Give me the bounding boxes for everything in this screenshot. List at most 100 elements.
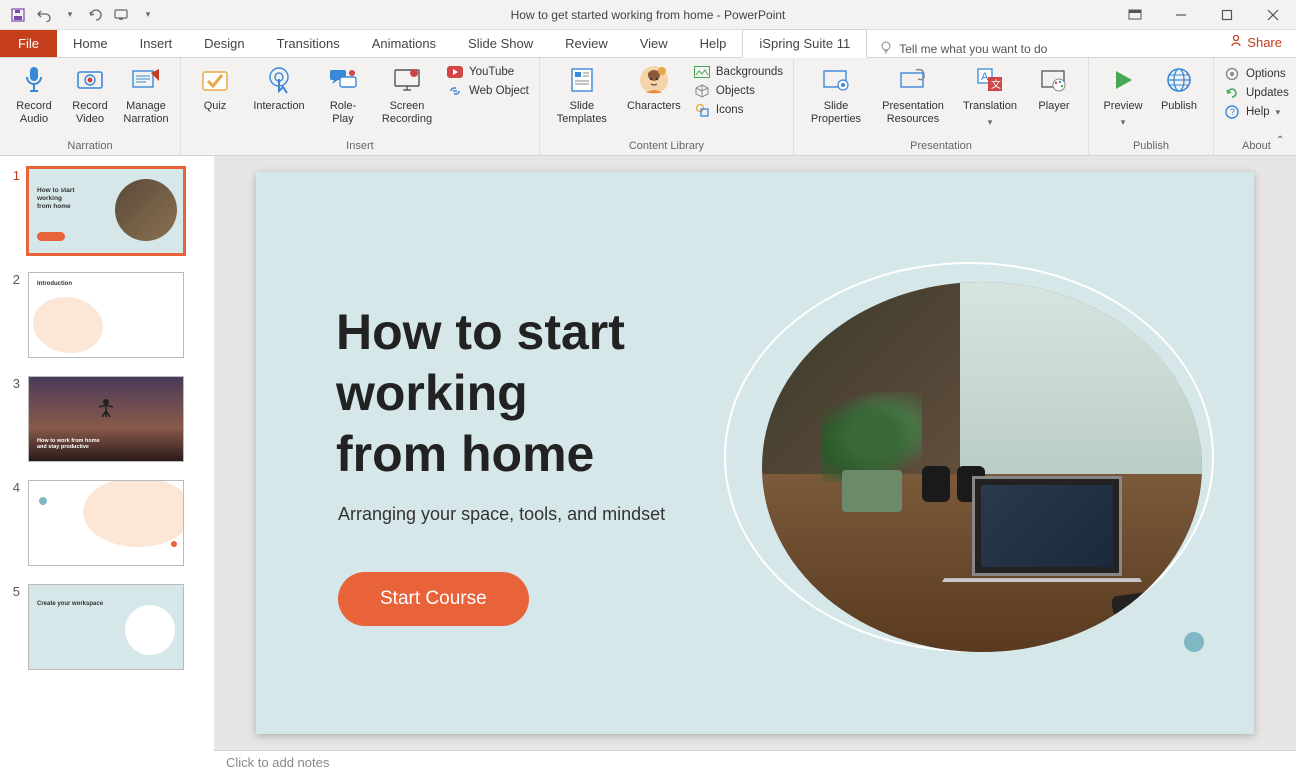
tell-me-placeholder: Tell me what you want to do — [899, 42, 1047, 56]
group-presentation: Slide Properties Presentation Resources … — [794, 58, 1089, 155]
ribbon: Record Audio Record Video Manage Narrati… — [0, 58, 1296, 156]
quiz-button[interactable]: Quiz — [187, 60, 243, 117]
link-icon — [447, 83, 463, 99]
interaction-button[interactable]: Interaction — [243, 60, 315, 117]
translation-button[interactable]: A文 Translation▾ — [954, 60, 1026, 131]
start-course-button[interactable]: Start Course — [338, 572, 529, 626]
presentation-resources-button[interactable]: Presentation Resources — [872, 60, 954, 129]
tab-help[interactable]: Help — [684, 30, 743, 57]
tab-animations[interactable]: Animations — [356, 30, 452, 57]
slide-subtitle-text[interactable]: Arranging your space, tools, and mindset — [338, 504, 665, 525]
group-label: Narration — [6, 139, 174, 155]
save-icon[interactable] — [8, 5, 28, 25]
help-button[interactable]: ?Help ▾ — [1224, 104, 1289, 120]
microphone-icon — [18, 64, 50, 96]
publish-button[interactable]: Publish — [1151, 60, 1207, 117]
player-palette-icon — [1038, 64, 1070, 96]
globe-icon — [1163, 64, 1195, 96]
updates-button[interactable]: Updates — [1224, 85, 1289, 101]
touch-icon — [263, 64, 295, 96]
tab-ispring[interactable]: iSpring Suite 11 — [742, 29, 867, 58]
web-object-button[interactable]: Web Object — [447, 83, 529, 99]
template-icon — [566, 64, 598, 96]
group-content-library: Slide Templates Characters Backgrounds O… — [540, 58, 794, 155]
checkmark-icon — [199, 64, 231, 96]
group-insert: Quiz Interaction Role- Play Screen Recor… — [181, 58, 540, 155]
collapse-ribbon-icon[interactable]: ⌃ — [1276, 135, 1292, 151]
attachment-icon — [897, 64, 929, 96]
record-audio-button[interactable]: Record Audio — [6, 60, 62, 129]
monitor-record-icon — [391, 64, 423, 96]
thumbnail-5[interactable]: 5 Create your workspace — [6, 584, 208, 670]
slide-canvas[interactable]: How to start working from home Arranging… — [256, 172, 1254, 734]
tab-view[interactable]: View — [624, 30, 684, 57]
manage-narration-button[interactable]: Manage Narration — [118, 60, 174, 129]
group-label: Presentation — [800, 139, 1082, 155]
workspace: 1 How to start working from home 2 Intro… — [0, 156, 1296, 778]
ribbon-display-options-icon[interactable] — [1112, 0, 1158, 30]
preview-button[interactable]: Preview▾ — [1095, 60, 1151, 131]
tab-review[interactable]: Review — [549, 30, 624, 57]
group-narration: Record Audio Record Video Manage Narrati… — [0, 58, 181, 155]
shapes-icon — [694, 102, 710, 118]
avatar-icon — [638, 64, 670, 96]
characters-button[interactable]: Characters — [618, 60, 690, 117]
group-label: Insert — [187, 139, 533, 155]
thumbnail-4[interactable]: 4 — [6, 480, 208, 566]
narration-editor-icon — [130, 64, 162, 96]
refresh-icon — [1224, 85, 1240, 101]
slide-editor: How to start working from home Arranging… — [214, 156, 1296, 778]
slide-image[interactable] — [744, 272, 1224, 672]
cube-icon — [694, 83, 710, 99]
svg-text:文: 文 — [991, 78, 1001, 91]
close-icon[interactable] — [1250, 0, 1296, 30]
tab-slideshow[interactable]: Slide Show — [452, 30, 549, 57]
slide-templates-button[interactable]: Slide Templates — [546, 60, 618, 129]
youtube-icon — [447, 64, 463, 80]
tab-transitions[interactable]: Transitions — [261, 30, 356, 57]
svg-text:A: A — [981, 71, 989, 83]
player-button[interactable]: Player — [1026, 60, 1082, 117]
notes-placeholder: Click to add notes — [226, 755, 329, 770]
group-publish: Preview▾ Publish Publish — [1089, 58, 1214, 155]
tell-me-search[interactable]: Tell me what you want to do — [867, 40, 1059, 57]
youtube-button[interactable]: YouTube — [447, 64, 529, 80]
qat-customize-icon[interactable]: ▾ — [138, 5, 158, 25]
lightbulb-icon — [879, 40, 893, 57]
backgrounds-button[interactable]: Backgrounds — [694, 64, 783, 80]
tab-insert[interactable]: Insert — [124, 30, 189, 57]
image-icon — [694, 64, 710, 80]
start-from-beginning-icon[interactable] — [112, 5, 132, 25]
redo-icon[interactable] — [86, 5, 106, 25]
camera-icon — [74, 64, 106, 96]
translate-icon: A文 — [974, 64, 1006, 96]
slide-thumbnails[interactable]: 1 How to start working from home 2 Intro… — [0, 156, 214, 778]
tab-design[interactable]: Design — [188, 30, 260, 57]
thumbnail-1[interactable]: 1 How to start working from home — [6, 168, 208, 254]
record-video-button[interactable]: Record Video — [62, 60, 118, 129]
screen-recording-button[interactable]: Screen Recording — [371, 60, 443, 129]
group-label: Content Library — [546, 139, 787, 155]
options-button[interactable]: Options — [1224, 66, 1289, 82]
slide-properties-button[interactable]: Slide Properties — [800, 60, 872, 129]
gear-icon — [1224, 66, 1240, 82]
notes-pane[interactable]: Click to add notes — [214, 750, 1296, 778]
title-bar: ▾ ▾ How to get started working from home… — [0, 0, 1296, 30]
quick-access-toolbar: ▾ ▾ — [0, 5, 158, 25]
question-icon: ? — [1224, 104, 1240, 120]
undo-icon[interactable] — [34, 5, 54, 25]
thumbnail-3[interactable]: 3 How to work from home and stay product… — [6, 376, 208, 462]
maximize-icon[interactable] — [1204, 0, 1250, 30]
thumbnail-2[interactable]: 2 Introduction — [6, 272, 208, 358]
objects-button[interactable]: Objects — [694, 83, 783, 99]
slide-title-text[interactable]: How to start working from home — [336, 302, 625, 485]
file-tab[interactable]: File — [0, 30, 57, 57]
undo-dropdown-icon[interactable]: ▾ — [60, 5, 80, 25]
share-button[interactable]: Share — [1229, 34, 1282, 51]
share-icon — [1229, 34, 1243, 51]
icons-button[interactable]: Icons — [694, 102, 783, 118]
chat-bubbles-icon — [327, 64, 359, 96]
tab-home[interactable]: Home — [57, 30, 124, 57]
roleplay-button[interactable]: Role- Play — [315, 60, 371, 129]
minimize-icon[interactable] — [1158, 0, 1204, 30]
